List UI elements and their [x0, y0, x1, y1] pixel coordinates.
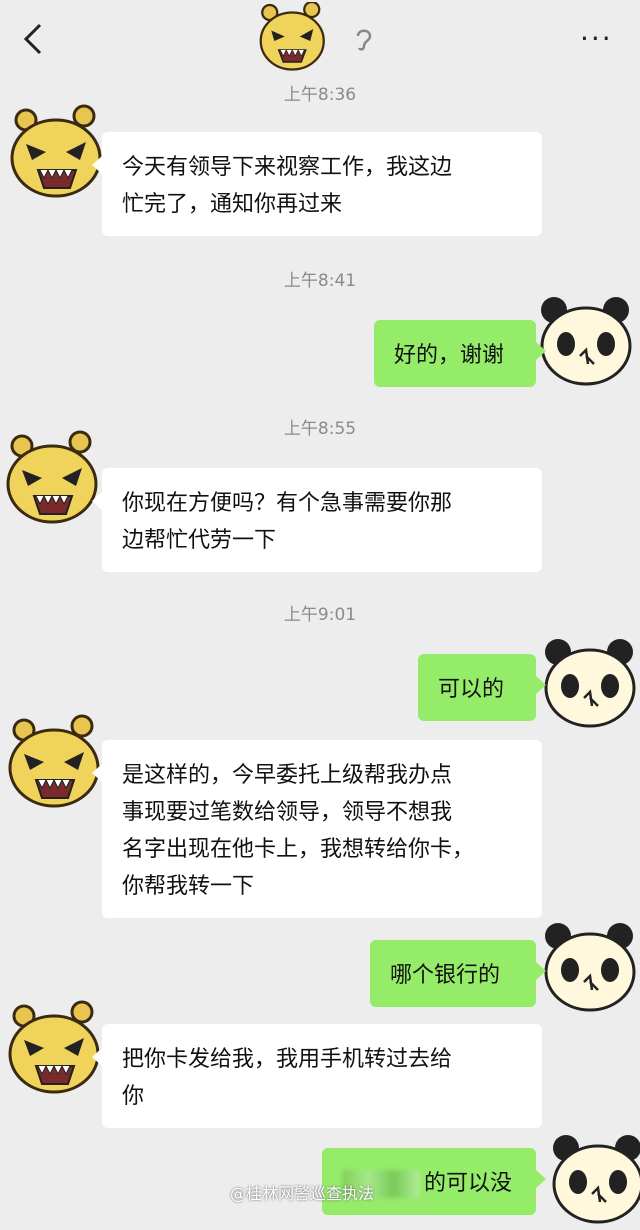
- outgoing-message[interactable]: 哪个银行的: [370, 940, 546, 1007]
- contact-avatar[interactable]: [4, 1000, 102, 1096]
- my-avatar[interactable]: [540, 634, 638, 730]
- contact-avatar[interactable]: [6, 104, 104, 200]
- contact-avatar[interactable]: [2, 430, 100, 526]
- ear-icon[interactable]: [352, 26, 376, 52]
- message-text: 的可以没: [424, 1171, 513, 1196]
- outgoing-message[interactable]: 好的，谢谢: [374, 320, 546, 387]
- incoming-message[interactable]: 把你卡发给我，我用手机转过去给 你: [92, 1024, 542, 1128]
- timestamp: 上午8:36: [283, 85, 357, 105]
- incoming-message[interactable]: 是这样的，今早委托上级帮我办点 事现要过笔数给领导，领导不想我 名字出现在他卡上…: [92, 740, 542, 918]
- incoming-message[interactable]: 今天有领导下来视察工作，我这边 忙完了，通知你再过来: [92, 132, 542, 236]
- message-text: 好的，谢谢: [394, 343, 505, 368]
- watermark: @桂林网警巡查执法: [230, 1184, 375, 1203]
- my-avatar[interactable]: [540, 918, 638, 1014]
- outgoing-message[interactable]: 可以的: [418, 654, 546, 721]
- incoming-message[interactable]: 你现在方便吗？有个急事需要你那 边帮忙代劳一下: [92, 468, 542, 572]
- my-avatar[interactable]: [548, 1130, 640, 1226]
- my-avatar[interactable]: [536, 292, 634, 388]
- timestamp: 上午8:41: [283, 271, 357, 291]
- message-text: 今天有领导下来视察工作，我这边 忙完了，通知你再过来: [122, 155, 453, 217]
- more-options-icon[interactable]: ···: [580, 25, 613, 53]
- message-text: 你现在方便吗？有个急事需要你那 边帮忙代劳一下: [122, 491, 453, 553]
- message-text: 是这样的，今早委托上级帮我办点 事现要过笔数给领导，领导不想我 名字出现在他卡上…: [122, 763, 475, 899]
- message-text: 可以的: [438, 677, 505, 702]
- chat-header: ···: [0, 0, 640, 80]
- chevron-left-icon[interactable]: [22, 22, 44, 56]
- contact-avatar[interactable]: [4, 714, 102, 810]
- timestamp: 上午9:01: [283, 605, 357, 625]
- message-text: 哪个银行的: [390, 963, 501, 988]
- contact-avatar-top[interactable]: [254, 2, 332, 74]
- message-text: 把你卡发给我，我用手机转过去给 你: [122, 1047, 453, 1109]
